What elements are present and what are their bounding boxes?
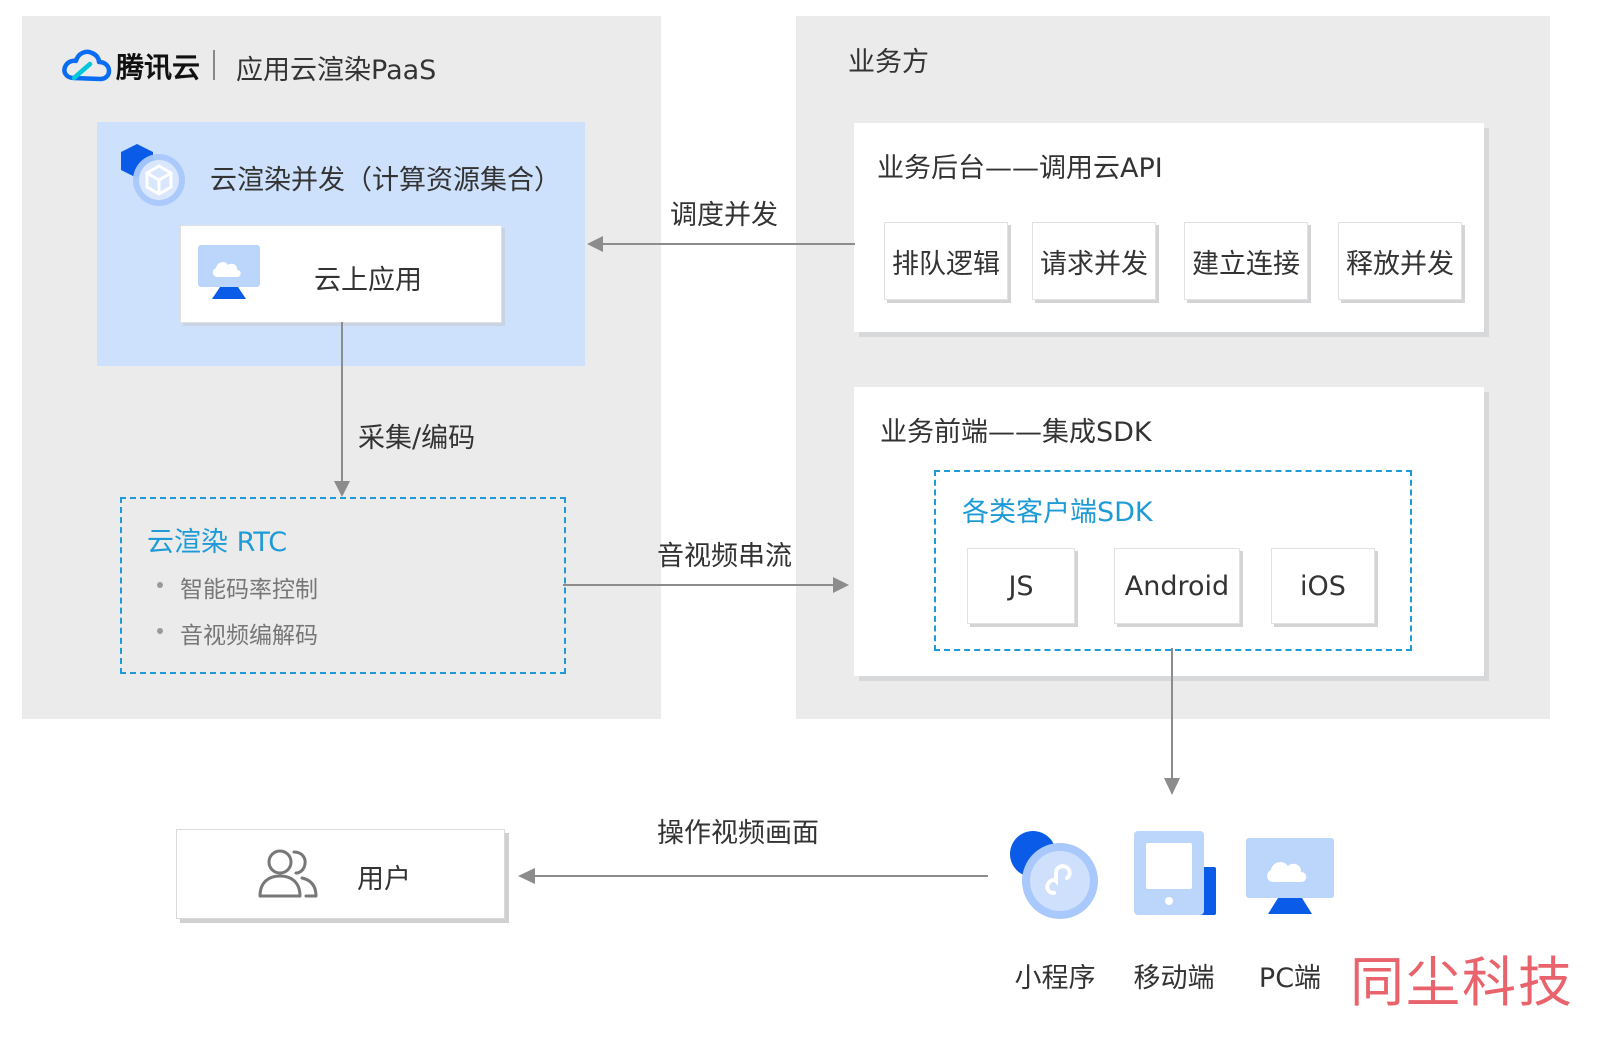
watermark-text: 同尘科技	[1350, 951, 1574, 1014]
pc-label: PC端	[1258, 963, 1322, 994]
mobile-device-icon	[1132, 829, 1220, 919]
mini-program-icon	[1008, 829, 1102, 923]
pc-desktop-icon	[1244, 836, 1336, 916]
mobile-label: 移动端	[1133, 963, 1215, 994]
users-icon	[256, 846, 322, 900]
user-label: 用户	[357, 864, 411, 895]
mini-program-label: 小程序	[1014, 963, 1096, 994]
user-box	[176, 829, 505, 919]
